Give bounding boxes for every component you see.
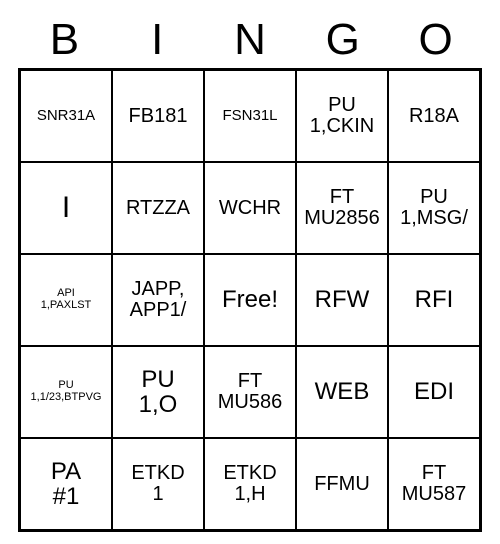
bingo-cell[interactable]: FT MU587: [388, 438, 480, 530]
bingo-cell[interactable]: RFI: [388, 254, 480, 346]
bingo-cell[interactable]: ETKD 1,H: [204, 438, 296, 530]
header-n: N: [204, 18, 297, 62]
bingo-grid: SNR31AFB181FSN31LPU 1,CKINR18A IRTZZAWCHR…: [18, 68, 482, 532]
bingo-cell[interactable]: SNR31A: [20, 70, 112, 162]
bingo-cell[interactable]: WCHR: [204, 162, 296, 254]
bingo-cell[interactable]: PU 1,O: [112, 346, 204, 438]
bingo-cell[interactable]: FT MU586: [204, 346, 296, 438]
bingo-header: B I N G O: [18, 18, 482, 62]
bingo-cell[interactable]: FSN31L: [204, 70, 296, 162]
header-o: O: [389, 18, 482, 62]
bingo-cell[interactable]: PU 1,CKIN: [296, 70, 388, 162]
bingo-cell[interactable]: FB181: [112, 70, 204, 162]
bingo-card: B I N G O SNR31AFB181FSN31LPU 1,CKINR18A…: [18, 18, 482, 532]
bingo-cell[interactable]: PA #1: [20, 438, 112, 530]
bingo-cell[interactable]: EDI: [388, 346, 480, 438]
bingo-cell[interactable]: RTZZA: [112, 162, 204, 254]
header-g: G: [296, 18, 389, 62]
header-i: I: [111, 18, 204, 62]
bingo-cell[interactable]: PU 1,MSG/: [388, 162, 480, 254]
free-space[interactable]: Free!: [204, 254, 296, 346]
bingo-cell[interactable]: FFMU: [296, 438, 388, 530]
bingo-cell[interactable]: FT MU2856: [296, 162, 388, 254]
bingo-cell[interactable]: PU 1,1/23,BTPVG: [20, 346, 112, 438]
bingo-cell[interactable]: WEB: [296, 346, 388, 438]
bingo-cell[interactable]: JAPP, APP1/: [112, 254, 204, 346]
header-b: B: [18, 18, 111, 62]
bingo-cell[interactable]: ETKD 1: [112, 438, 204, 530]
bingo-cell[interactable]: I: [20, 162, 112, 254]
bingo-cell[interactable]: RFW: [296, 254, 388, 346]
bingo-cell[interactable]: API 1,PAXLST: [20, 254, 112, 346]
bingo-cell[interactable]: R18A: [388, 70, 480, 162]
